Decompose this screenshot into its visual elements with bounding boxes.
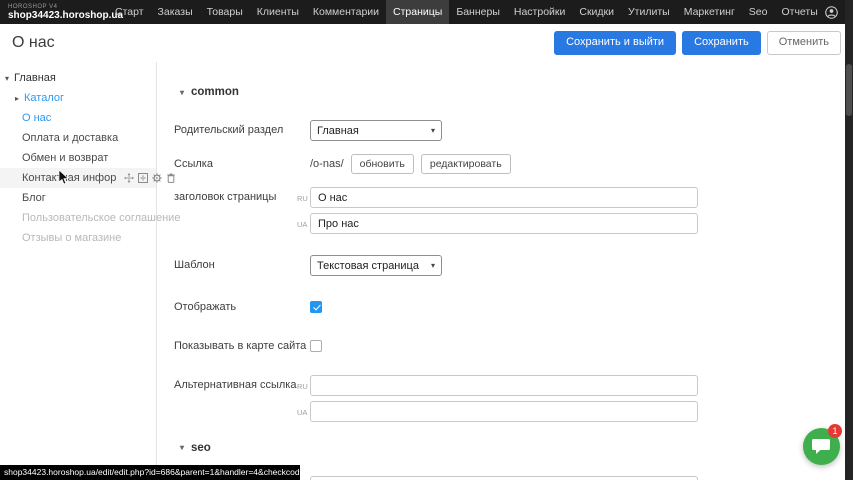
main-menu: Старт Заказы Товары Клиенты Комментарии … — [108, 0, 825, 24]
menu-item-utilities[interactable]: Утилиты — [621, 0, 677, 24]
page-header: О нас Сохранить и выйти Сохранить Отмени… — [0, 24, 853, 62]
field-label: заголовок страницы — [174, 187, 310, 234]
menu-item-banners[interactable]: Баннеры — [449, 0, 507, 24]
form-row-page-title: заголовок страницы RU UA — [174, 187, 845, 234]
collapse-arrow-icon: ▾ — [180, 443, 184, 452]
sidebar-item-label: Каталог — [24, 92, 64, 104]
menu-item-pages[interactable]: Страницы — [386, 0, 449, 24]
sidebar-item-user-agreement[interactable]: Пользовательское соглашение — [0, 208, 156, 228]
sidebar-item-label: Блог — [22, 192, 46, 204]
chevron-down-icon: ▾ — [431, 261, 435, 270]
field-label: Альтернативная ссылка — [174, 375, 310, 422]
collapse-arrow-icon[interactable]: ▾ — [5, 74, 14, 83]
tree-item-actions — [124, 173, 176, 183]
field-label: Показывать в карте сайта — [174, 336, 310, 354]
template-select[interactable]: Текстовая страница ▾ — [310, 255, 442, 276]
add-page-icon[interactable] — [138, 173, 148, 183]
chat-widget-button[interactable]: 1 — [803, 428, 840, 465]
sitemap-checkbox[interactable] — [310, 340, 322, 352]
save-and-exit-button[interactable]: Сохранить и выйти — [554, 31, 676, 54]
section-common[interactable]: ▾ common — [180, 86, 845, 98]
sidebar-item-label: Главная — [14, 72, 56, 84]
section-seo[interactable]: ▾ seo — [180, 442, 845, 454]
menu-item-orders[interactable]: Заказы — [151, 0, 200, 24]
sidebar-item-label: Обмен и возврат — [22, 152, 108, 164]
header-actions: Сохранить и выйти Сохранить Отменить — [554, 31, 841, 54]
sidebar-item-blog[interactable]: Блог — [0, 188, 156, 208]
field-label: Родительский раздел — [174, 120, 310, 141]
lang-ua-tag: UA — [297, 408, 307, 417]
selected-value: Текстовая страница — [317, 260, 419, 272]
menu-item-marketing[interactable]: Маркетинг — [677, 0, 742, 24]
cancel-button[interactable]: Отменить — [767, 31, 841, 54]
brand[interactable]: HOROSHOP V4 shop34423.horoshop.ua — [0, 0, 108, 24]
scrollbar-thumb[interactable] — [846, 64, 852, 116]
expand-arrow-icon[interactable]: ▸ — [15, 94, 24, 103]
content: ▾ Главная ▸ Каталог О нас Оплата и доста… — [0, 62, 845, 480]
section-title: common — [191, 86, 239, 98]
menu-item-products[interactable]: Товары — [200, 0, 250, 24]
lang-ru-tag: RU — [297, 382, 308, 391]
edit-link-button[interactable]: редактировать — [421, 154, 511, 174]
section-title: seo — [191, 442, 211, 454]
lang-ua-tag: UA — [297, 220, 307, 229]
save-button[interactable]: Сохранить — [682, 31, 761, 54]
menu-item-discounts[interactable]: Скидки — [572, 0, 621, 24]
menu-item-reports[interactable]: Отчеты — [774, 0, 824, 24]
topbar: HOROSHOP V4 shop34423.horoshop.ua Старт … — [0, 0, 853, 24]
sidebar-item-label: Отзывы о магазине — [22, 232, 121, 244]
menu-item-comments[interactable]: Комментарии — [306, 0, 386, 24]
lang-ru-tag: RU — [297, 194, 308, 203]
form-row-link: Ссылка /o-nas/ обновить редактировать — [174, 154, 845, 174]
sidebar-item-exchange-return[interactable]: Обмен и возврат — [0, 148, 156, 168]
move-icon[interactable] — [124, 173, 134, 183]
sidebar-item-label: Оплата и доставка — [22, 132, 118, 144]
page-title-ua-input[interactable] — [310, 213, 698, 234]
refresh-link-button[interactable]: обновить — [351, 154, 414, 174]
page-edit-form: ▾ common Родительский раздел Главная ▾ С… — [157, 62, 845, 480]
menu-item-clients[interactable]: Клиенты — [250, 0, 306, 24]
menu-item-seo[interactable]: Seo — [742, 0, 775, 24]
account-icon[interactable] — [825, 6, 838, 19]
form-row-template: Шаблон Текстовая страница ▾ — [174, 255, 845, 276]
sidebar-item-about[interactable]: О нас — [0, 108, 156, 128]
sidebar-item-catalog[interactable]: ▸ Каталог — [0, 88, 156, 108]
display-checkbox[interactable] — [310, 301, 322, 313]
vertical-scrollbar[interactable] — [845, 0, 853, 480]
field-label: Шаблон — [174, 255, 310, 276]
delete-icon[interactable] — [166, 173, 176, 183]
chat-bubble-icon — [812, 438, 831, 456]
sidebar-item-home[interactable]: ▾ Главная — [0, 68, 156, 88]
chat-badge: 1 — [828, 424, 842, 438]
field-label: Отображать — [174, 297, 310, 315]
page-title: О нас — [12, 34, 55, 52]
status-url: shop34423.horoshop.ua/edit/edit.php?id=6… — [0, 465, 300, 480]
brand-domain: shop34423.horoshop.ua — [8, 10, 98, 21]
menu-item-settings[interactable]: Настройки — [507, 0, 573, 24]
form-row-display: Отображать — [174, 297, 845, 315]
pages-tree-sidebar: ▾ Главная ▸ Каталог О нас Оплата и доста… — [0, 62, 157, 480]
page-title-ru-input[interactable] — [310, 187, 698, 208]
html-title-ru-input[interactable] — [310, 476, 698, 480]
field-label: Ссылка — [174, 154, 310, 174]
link-group: /o-nas/ обновить редактировать — [310, 154, 511, 174]
form-row-sitemap: Показывать в карте сайта — [174, 336, 845, 354]
sidebar-item-payment-delivery[interactable]: Оплата и доставка — [0, 128, 156, 148]
sidebar-item-label: Контактная инфор — [22, 172, 116, 184]
sidebar-item-store-reviews[interactable]: Отзывы о магазине — [0, 228, 156, 248]
form-row-parent-section: Родительский раздел Главная ▾ — [174, 120, 845, 141]
collapse-arrow-icon: ▾ — [180, 88, 184, 97]
page-url-value: /o-nas/ — [310, 158, 344, 170]
alt-link-ua-input[interactable] — [310, 401, 698, 422]
selected-value: Главная — [317, 125, 359, 137]
form-row-alt-link: Альтернативная ссылка RU UA — [174, 375, 845, 422]
sidebar-item-label: О нас — [22, 112, 51, 124]
gear-icon[interactable] — [152, 173, 162, 183]
menu-item-start[interactable]: Старт — [108, 0, 151, 24]
alt-link-ru-input[interactable] — [310, 375, 698, 396]
sidebar-item-contact-info[interactable]: Контактная инфор — [0, 168, 156, 188]
parent-section-select[interactable]: Главная ▾ — [310, 120, 442, 141]
chevron-down-icon: ▾ — [431, 126, 435, 135]
